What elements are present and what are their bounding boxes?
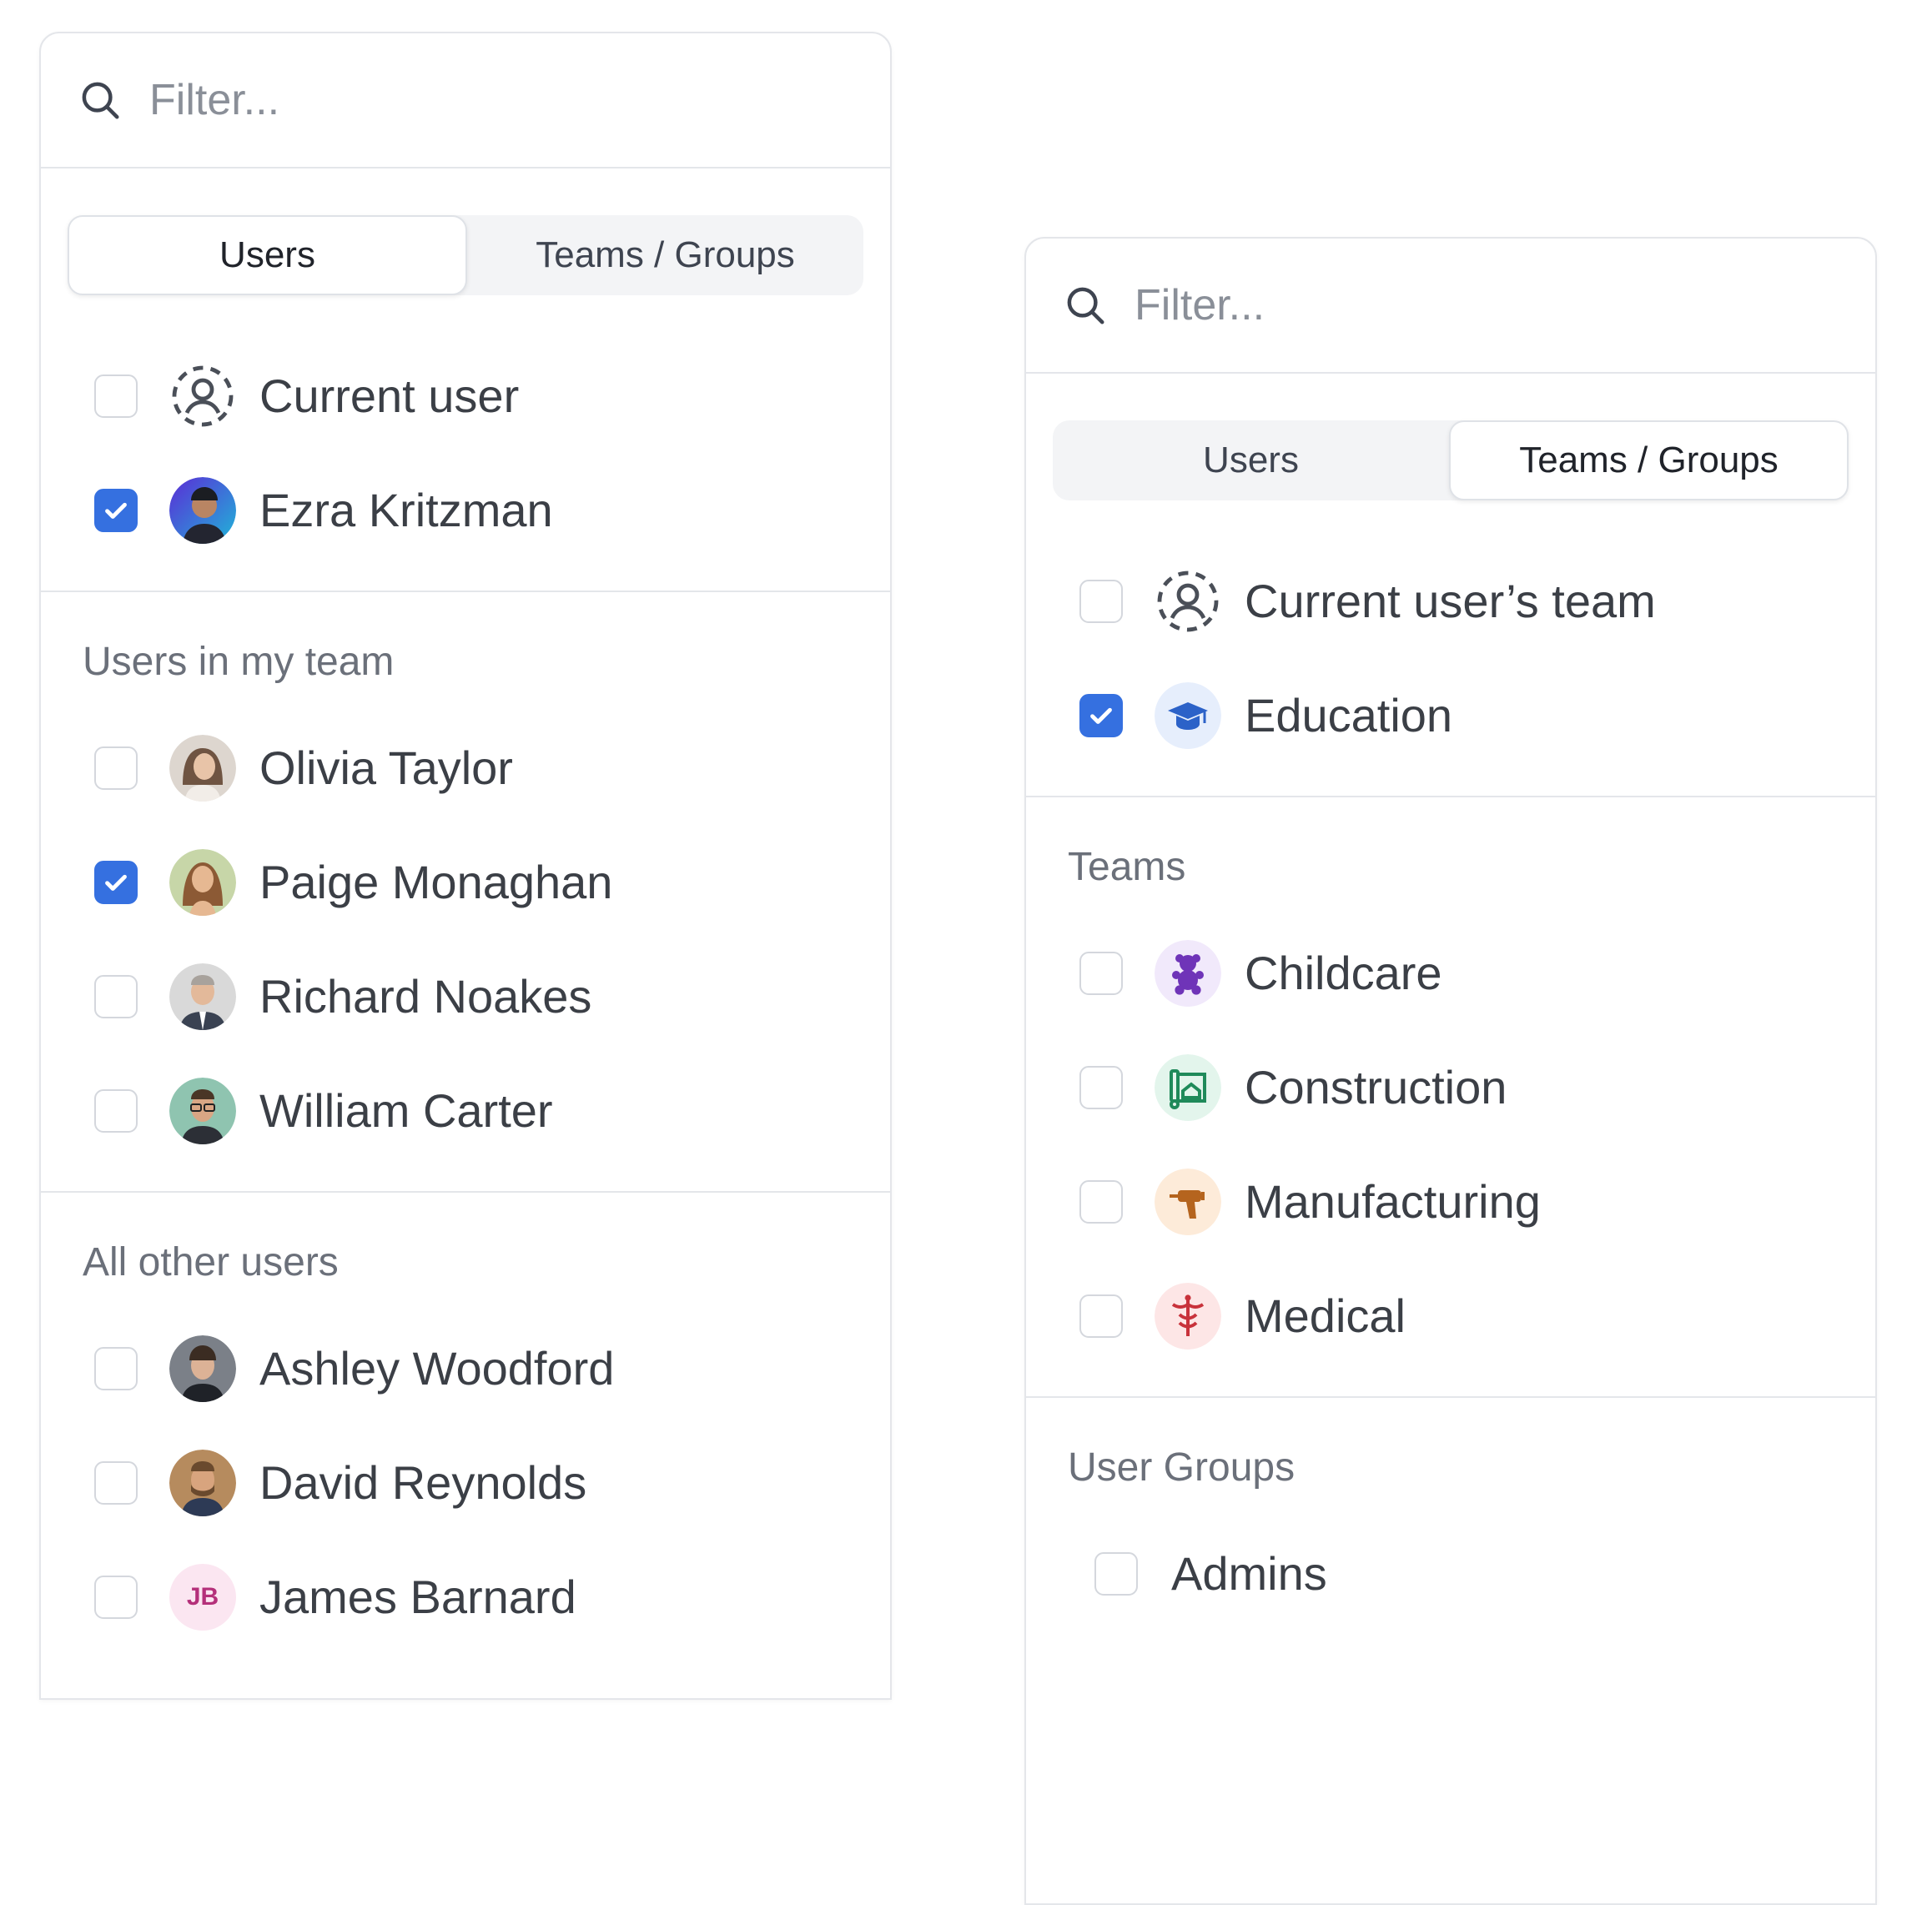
checkbox[interactable] [1079, 951, 1123, 995]
list-item-team[interactable]: Education [1026, 658, 1875, 772]
item-label: Construction [1245, 1061, 1507, 1113]
section-title: User Groups [1068, 1445, 1296, 1490]
avatar [169, 963, 236, 1030]
section-title: Users in my team [83, 640, 395, 684]
item-label: Childcare [1245, 947, 1442, 999]
avatar [169, 1335, 236, 1402]
list-item-current-team[interactable]: Current user’s team [1026, 544, 1875, 658]
checkbox[interactable] [1079, 1065, 1123, 1109]
item-label: James Barnard [259, 1571, 576, 1623]
item-label: Paige Monaghan [259, 856, 613, 908]
checkbox[interactable] [1079, 579, 1123, 623]
list-item-team[interactable]: Childcare [1026, 916, 1875, 1030]
checkbox[interactable] [94, 1346, 138, 1390]
list-item-current-user[interactable]: Current user [41, 339, 890, 453]
list-item-user[interactable]: JB James Barnard [41, 1540, 890, 1654]
checkbox[interactable] [94, 1460, 138, 1505]
checkbox[interactable] [94, 746, 138, 790]
item-label: Olivia Taylor [259, 741, 513, 794]
avatar [169, 1077, 236, 1144]
checkbox[interactable] [94, 974, 138, 1018]
filter-bar [41, 33, 890, 168]
check-icon [105, 502, 127, 519]
avatar [169, 734, 236, 802]
avatar [169, 1449, 236, 1516]
list-item-user[interactable]: Olivia Taylor [41, 711, 890, 825]
list-item-user[interactable]: Ashley Woodford [41, 1311, 890, 1425]
tab-switcher: Users Teams / Groups [68, 215, 863, 295]
checkbox-checked[interactable] [1079, 693, 1123, 737]
teddy-bear-icon [1155, 939, 1221, 1007]
users-picker-panel: Users Teams / Groups Current user Ezra K… [39, 32, 892, 1700]
checkbox[interactable] [1079, 1179, 1123, 1224]
item-label: William Carter [259, 1084, 553, 1137]
tab-users[interactable]: Users [68, 215, 467, 295]
checkbox[interactable] [94, 374, 138, 418]
item-label: David Reynolds [259, 1456, 587, 1509]
search-icon [82, 82, 119, 119]
avatar-initials: JB [169, 1563, 236, 1631]
checkbox-checked[interactable] [94, 860, 138, 904]
section-title: Teams [1068, 845, 1186, 889]
blueprint-icon [1155, 1053, 1221, 1121]
dashed-user-icon [1155, 568, 1221, 635]
checkbox-checked[interactable] [94, 488, 138, 532]
item-label: Medical [1245, 1289, 1406, 1342]
list-item-team[interactable]: Manufacturing [1026, 1144, 1875, 1259]
graduation-cap-icon [1155, 681, 1221, 749]
check-icon [105, 874, 127, 891]
filter-bar [1026, 239, 1875, 374]
section-title: All other users [83, 1240, 339, 1284]
item-label: Ashley Woodford [259, 1342, 615, 1395]
tab-switcher: Users Teams / Groups [1053, 420, 1849, 500]
list-item-team[interactable]: Construction [1026, 1030, 1875, 1144]
item-label: Manufacturing [1245, 1175, 1541, 1228]
checkbox[interactable] [1094, 1551, 1138, 1596]
item-label: Education [1245, 689, 1453, 741]
list-item-user[interactable]: David Reynolds [41, 1425, 890, 1540]
checkbox[interactable] [94, 1575, 138, 1619]
list-item-user[interactable]: William Carter [41, 1053, 890, 1168]
item-label: Richard Noakes [259, 970, 592, 1023]
tab-users[interactable]: Users [1053, 420, 1449, 500]
list-item-user[interactable]: Ezra Kritzman [41, 453, 890, 567]
filter-input[interactable] [1133, 279, 1770, 331]
list-item-user[interactable]: Richard Noakes [41, 939, 890, 1053]
checkbox[interactable] [1079, 1294, 1123, 1338]
dashed-user-icon [169, 363, 236, 430]
avatar [169, 848, 236, 916]
list-item-group[interactable]: Admins [1026, 1516, 1875, 1631]
list-item-team[interactable]: Medical [1026, 1259, 1875, 1373]
tab-teams-groups[interactable]: Teams / Groups [467, 215, 863, 295]
item-label: Current user’s team [1245, 575, 1656, 627]
drill-icon [1155, 1168, 1221, 1235]
item-label: Current user [259, 369, 520, 422]
checkbox[interactable] [94, 1088, 138, 1133]
filter-input[interactable] [148, 74, 785, 126]
item-label: Admins [1171, 1547, 1327, 1600]
caduceus-icon [1155, 1282, 1221, 1350]
list-item-user[interactable]: Paige Monaghan [41, 825, 890, 939]
teams-picker-panel: Users Teams / Groups Current user’s team… [1024, 237, 1877, 1905]
search-icon [1067, 287, 1104, 324]
check-icon [1090, 707, 1112, 724]
item-label: Ezra Kritzman [259, 484, 553, 536]
tab-teams-groups[interactable]: Teams / Groups [1449, 420, 1849, 500]
avatar [169, 476, 236, 544]
